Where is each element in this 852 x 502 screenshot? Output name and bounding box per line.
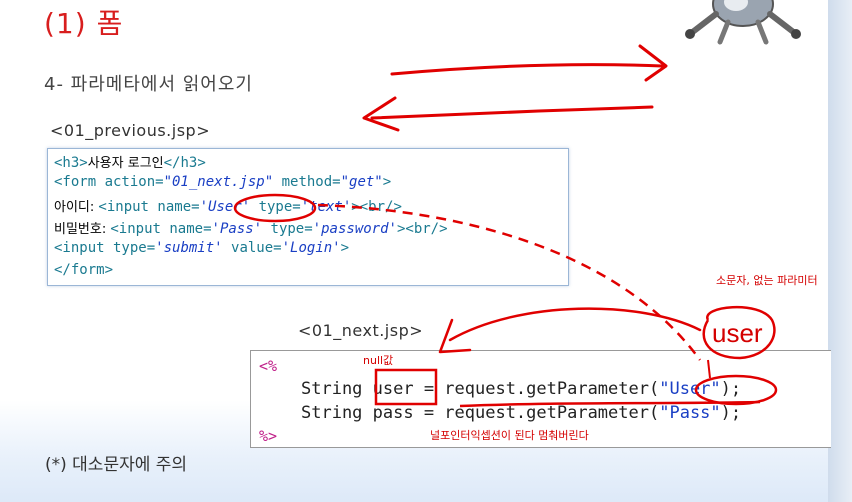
pen-annotation-layer — [233, 44, 778, 408]
